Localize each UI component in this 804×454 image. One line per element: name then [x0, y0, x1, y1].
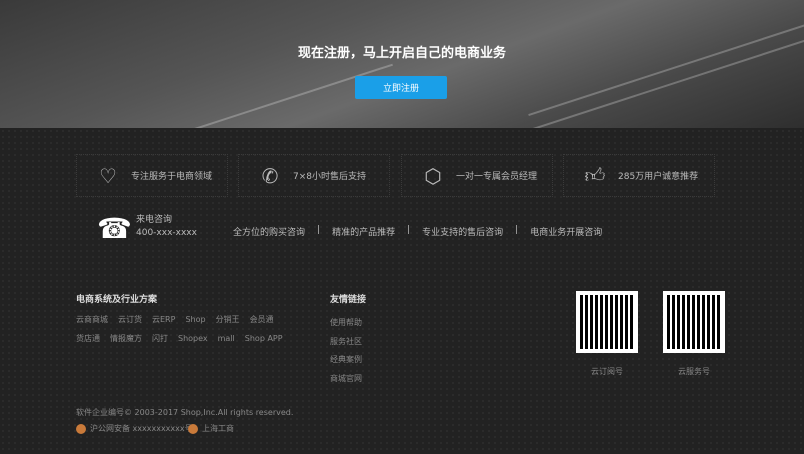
hero-title: 现在注册，马上开启自己的电商业务	[297, 46, 506, 61]
service-link[interactable]: 精准的产品推荐	[332, 225, 395, 238]
solution-link[interactable]: 闪打	[152, 334, 168, 343]
solution-link[interactable]: mall	[218, 334, 235, 343]
service-link[interactable]: 专业支持的售后咨询	[422, 225, 503, 238]
qr-code	[663, 291, 725, 353]
feature-label: 7×8小时售后支持	[293, 172, 366, 182]
telephone-icon: ☎	[97, 212, 132, 245]
thumbs-up-icon: 👍︎	[584, 163, 606, 187]
solution-link[interactable]: Shop APP	[245, 334, 283, 343]
badge-label: 沪公网安备 xxxxxxxxxxx号	[90, 424, 193, 433]
copyright: 软件企业编号© 2003-2017 Shop,Inc.All rights re…	[76, 408, 294, 417]
separator: |	[407, 225, 411, 235]
solution-link[interactable]: 云ERP	[152, 315, 175, 324]
feature-label: 专注服务于电商领域	[131, 172, 213, 182]
heart-icon: ♡	[99, 163, 117, 188]
badge-label: 上海工商	[202, 424, 234, 433]
phone-icon: ✆	[261, 163, 279, 188]
solution-link[interactable]: 情报魔方	[110, 334, 142, 343]
qr-label: 云服务号	[678, 367, 710, 376]
separator: |	[317, 225, 321, 235]
solution-link[interactable]: 会员通	[250, 315, 274, 324]
feature-item: ⬡ 一对一专属会员经理	[401, 154, 553, 197]
solutions-row: 云商商城 云订货 云ERP Shop 分销王 会员通	[76, 314, 284, 325]
feature-item: ✆ 7×8小时售后支持	[238, 154, 390, 197]
feature-label: 285万用户诚意推荐	[618, 172, 699, 182]
friend-links: 使用帮助 服务社区 经典案例 商城官网	[330, 314, 362, 388]
solution-link[interactable]: 分销王	[216, 315, 240, 324]
solution-link[interactable]: Shop	[185, 315, 205, 324]
service-link[interactable]: 电商业务开展咨询	[530, 225, 602, 238]
service-links: 全方位的购买咨询 | 精准的产品推荐 | 专业支持的售后咨询 | 电商业务开展咨…	[233, 225, 602, 238]
solution-link[interactable]: 云商商城	[76, 315, 108, 324]
solution-link[interactable]: 货店通	[76, 334, 100, 343]
friend-link[interactable]: 服务社区	[330, 333, 362, 352]
friend-link[interactable]: 经典案例	[330, 351, 362, 370]
friend-links-heading: 友情链接	[330, 295, 367, 305]
separator: |	[515, 225, 519, 235]
friend-link[interactable]: 使用帮助	[330, 314, 362, 333]
user-icon: ⬡	[424, 163, 442, 188]
register-button[interactable]: 立即注册	[355, 76, 447, 99]
friend-link[interactable]: 商城官网	[330, 370, 362, 389]
hero-banner: 现在注册，马上开启自己的电商业务 立即注册	[0, 0, 804, 128]
business-badge[interactable]: 上海工商	[188, 423, 234, 434]
qr-label: 云订阅号	[591, 367, 623, 376]
feature-label: 一对一专属会员经理	[456, 172, 538, 182]
business-emblem-icon	[188, 423, 198, 434]
police-badge[interactable]: 沪公网安备 xxxxxxxxxxx号	[76, 423, 193, 434]
solutions-row: 货店通 情报魔方 闪打 Shopex mall Shop APP	[76, 333, 293, 344]
contact-phone: 400-xxx-xxxx	[136, 228, 197, 238]
solution-link[interactable]: 云订货	[118, 315, 142, 324]
service-link[interactable]: 全方位的购买咨询	[233, 225, 305, 238]
solution-link[interactable]: Shopex	[178, 334, 208, 343]
feature-item: ♡ 专注服务于电商领域	[76, 154, 228, 197]
police-emblem-icon	[76, 423, 86, 434]
solutions-heading: 电商系统及行业方案	[76, 295, 158, 305]
feature-item: 👍︎ 285万用户诚意推荐	[563, 154, 715, 197]
qr-code	[576, 291, 638, 353]
contact-title: 来电咨询	[136, 215, 173, 225]
